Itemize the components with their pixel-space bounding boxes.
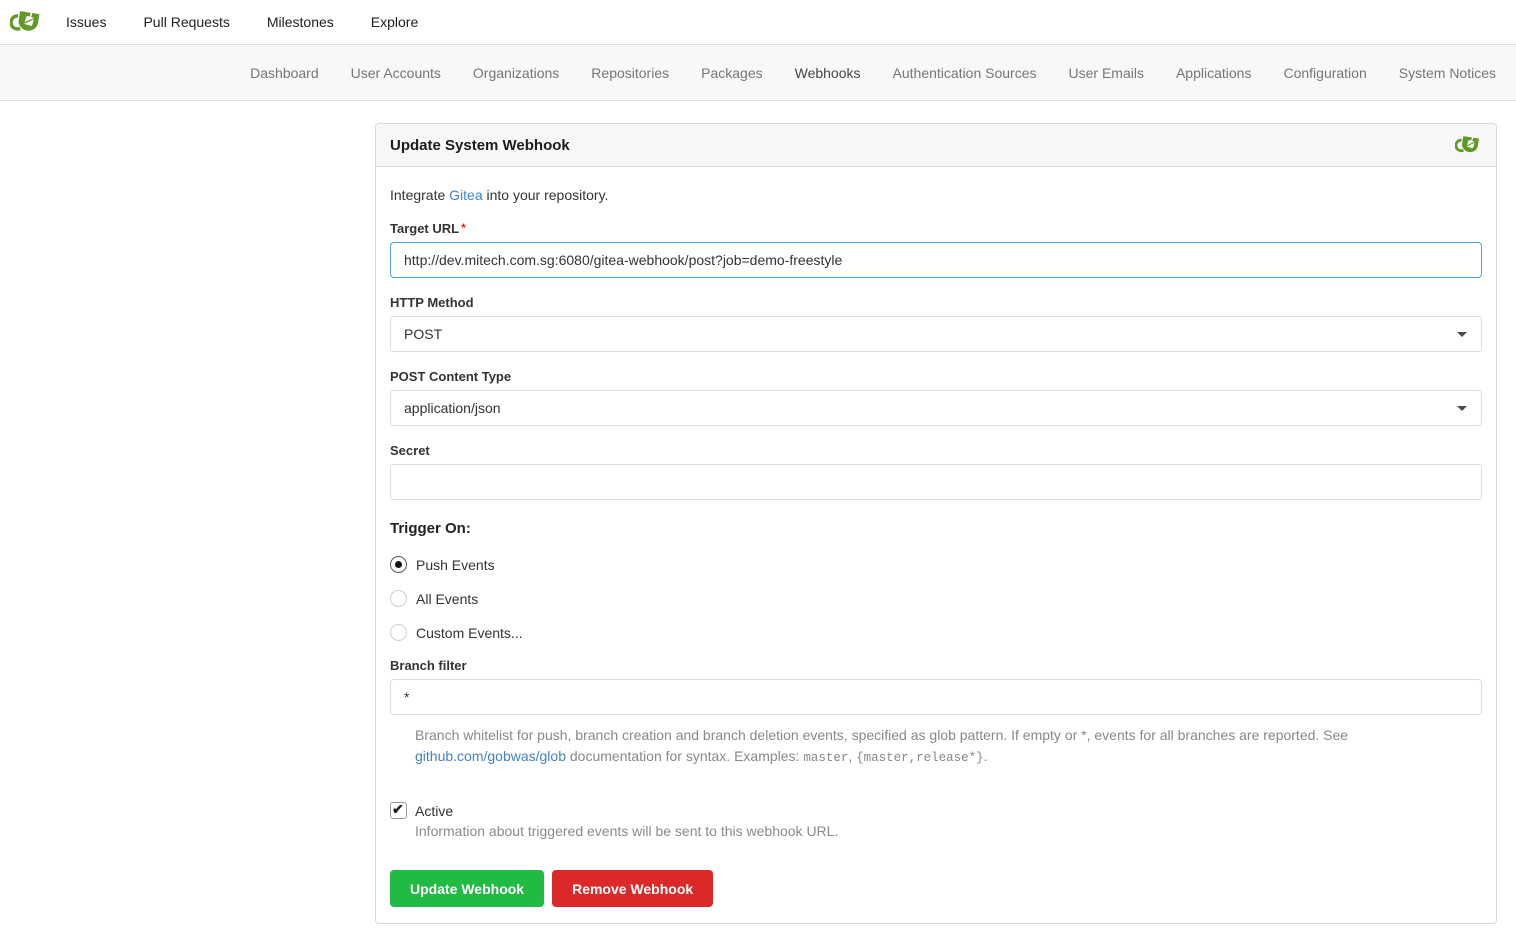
adminnav-item-webhooks[interactable]: Webhooks — [795, 65, 861, 81]
adminnav-item-organizations[interactable]: Organizations — [473, 65, 559, 81]
content-type-label: POST Content Type — [390, 369, 1482, 384]
topnav-item-milestones[interactable]: Milestones — [267, 14, 334, 30]
topnav-item-explore[interactable]: Explore — [371, 14, 418, 30]
topnav-item-pull-requests[interactable]: Pull Requests — [143, 14, 229, 30]
all-events-label: All Events — [416, 591, 478, 607]
active-checkbox-row[interactable]: Active — [390, 802, 1482, 819]
push-events-radio[interactable]: Push Events — [390, 556, 1482, 573]
target-url-label: Target URL* — [390, 221, 1482, 236]
http-method-value: POST — [404, 326, 442, 342]
gitea-webhook-type-icon — [1455, 132, 1482, 158]
gobwas-glob-link[interactable]: github.com/gobwas/glob — [415, 748, 566, 764]
adminnav-item-dashboard[interactable]: Dashboard — [250, 65, 319, 81]
remove-webhook-button[interactable]: Remove Webhook — [552, 870, 713, 907]
branch-filter-help: Branch whitelist for push, branch creati… — [415, 725, 1482, 769]
branch-filter-label: Branch filter — [390, 658, 1482, 673]
branch-filter-field-group: Branch filter Branch whitelist for push,… — [390, 658, 1482, 769]
topnav-item-issues[interactable]: Issues — [66, 14, 106, 30]
http-method-field-group: HTTP Method POST — [390, 295, 1482, 352]
adminnav-item-authentication-sources[interactable]: Authentication Sources — [893, 65, 1037, 81]
radio-icon — [390, 624, 407, 641]
all-events-radio[interactable]: All Events — [390, 590, 1482, 607]
custom-events-radio[interactable]: Custom Events... — [390, 624, 1482, 641]
content-type-value: application/json — [404, 400, 501, 416]
chevron-down-icon — [1457, 406, 1467, 411]
panel-header: Update System Webhook — [376, 124, 1496, 167]
custom-events-label: Custom Events... — [416, 625, 523, 641]
gitea-link[interactable]: Gitea — [449, 187, 482, 203]
radio-icon — [390, 556, 407, 573]
adminnav-item-system-notices[interactable]: System Notices — [1399, 65, 1496, 81]
secret-field-group: Secret — [390, 443, 1482, 500]
adminnav-item-user-emails[interactable]: User Emails — [1069, 65, 1144, 81]
content-type-field-group: POST Content Type application/json — [390, 369, 1482, 426]
adminnav-item-configuration[interactable]: Configuration — [1283, 65, 1366, 81]
http-method-label: HTTP Method — [390, 295, 1482, 310]
webhook-form: Integrate Gitea into your repository. Ta… — [376, 167, 1496, 923]
active-label: Active — [415, 803, 453, 819]
intro-text: Integrate Gitea into your repository. — [390, 181, 1482, 203]
adminnav-item-user-accounts[interactable]: User Accounts — [351, 65, 441, 81]
webhook-panel: Update System Webhook Integrate Gitea in… — [375, 123, 1497, 924]
branch-filter-input[interactable] — [390, 679, 1482, 715]
http-method-select[interactable]: POST — [390, 316, 1482, 352]
target-url-field-group: Target URL* — [390, 221, 1482, 278]
top-navbar: Issues Pull Requests Milestones Explore — [0, 0, 1516, 45]
content-type-select[interactable]: application/json — [390, 390, 1482, 426]
required-asterisk: * — [461, 221, 466, 235]
update-webhook-button[interactable]: Update Webhook — [390, 870, 544, 907]
admin-navbar: Dashboard User Accounts Organizations Re… — [0, 45, 1516, 101]
page-title: Update System Webhook — [390, 137, 570, 154]
adminnav-item-packages[interactable]: Packages — [701, 65, 762, 81]
active-checkbox[interactable] — [390, 802, 407, 819]
form-actions: Update Webhook Remove Webhook — [390, 870, 1482, 907]
adminnav-item-applications[interactable]: Applications — [1176, 65, 1252, 81]
main-content: Update System Webhook Integrate Gitea in… — [375, 123, 1497, 924]
gitea-logo-icon[interactable] — [10, 6, 43, 38]
active-description: Information about triggered events will … — [415, 823, 1482, 839]
adminnav-item-repositories[interactable]: Repositories — [591, 65, 669, 81]
target-url-input[interactable] — [390, 242, 1482, 278]
active-section: Active Information about triggered event… — [390, 802, 1482, 839]
trigger-on-heading: Trigger On: — [390, 520, 1482, 537]
secret-input[interactable] — [390, 464, 1482, 500]
chevron-down-icon — [1457, 332, 1467, 337]
secret-label: Secret — [390, 443, 1482, 458]
radio-icon — [390, 590, 407, 607]
push-events-label: Push Events — [416, 557, 495, 573]
